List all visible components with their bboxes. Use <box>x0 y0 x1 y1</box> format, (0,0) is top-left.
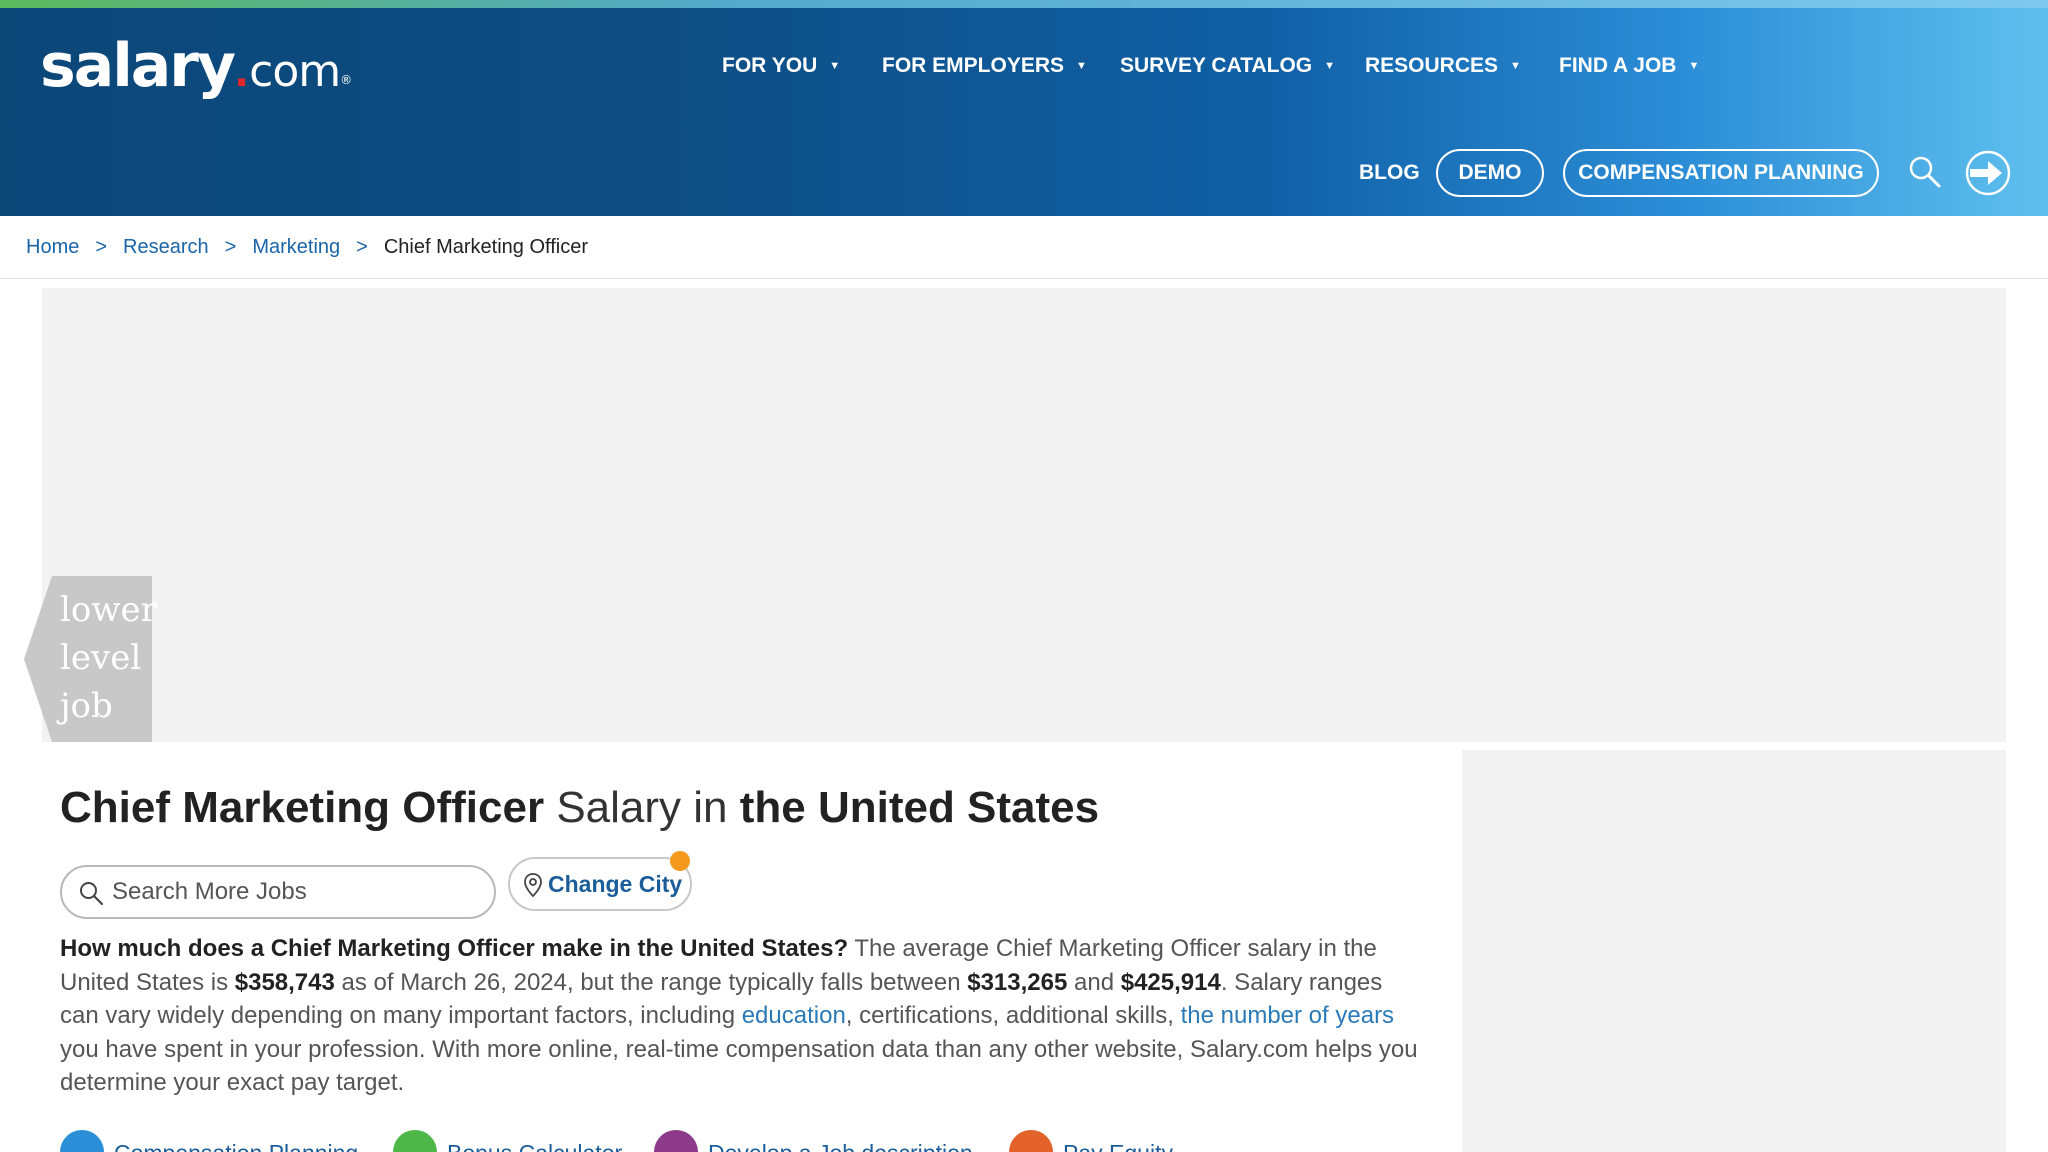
desc-average-salary: $358,743 <box>234 968 335 996</box>
notification-dot <box>670 851 690 871</box>
pay-equity-icon <box>1009 1130 1053 1152</box>
breadcrumb-separator: > <box>356 236 368 258</box>
quicklink-label: Develop a Job description <box>708 1138 973 1152</box>
quicklink-label: Compensation Planning <box>114 1138 358 1152</box>
desc-high-salary: $425,914 <box>1120 968 1221 996</box>
search-more-jobs-input[interactable] <box>112 873 482 911</box>
login-arrow-icon[interactable] <box>1964 149 2012 197</box>
left-arrow-shape <box>24 576 52 742</box>
top-color-stripe <box>0 0 2048 8</box>
calculator-icon <box>393 1130 437 1152</box>
breadcrumb-separator: > <box>224 236 237 258</box>
breadcrumb-divider <box>0 278 2048 279</box>
breadcrumb-research[interactable]: Research <box>123 236 209 258</box>
search-icon <box>78 880 104 906</box>
sidebar-ad-placeholder <box>1462 750 2006 1152</box>
breadcrumb-separator: > <box>95 236 108 258</box>
breadcrumb-home[interactable]: Home <box>26 236 79 258</box>
banner-placeholder <box>42 288 2006 742</box>
nav-find-a-job-label: FIND A JOB <box>1559 54 1677 77</box>
desc-low-salary: $313,265 <box>967 968 1068 996</box>
caret-down-icon: ▼ <box>829 60 841 72</box>
quicklink-label: Pay Equity <box>1063 1138 1173 1152</box>
nav-for-employers-label: FOR EMPLOYERS <box>882 54 1065 77</box>
desc-question: How much does a Chief Marketing Officer … <box>60 935 849 962</box>
lower-level-job-tab[interactable]: lower level job <box>24 576 157 742</box>
site-header: salary.com® FOR YOU ▼ FOR EMPLOYERS ▼ SURV… <box>0 8 2048 216</box>
caret-down-icon: ▼ <box>1076 60 1087 72</box>
caret-down-icon: ▼ <box>1688 60 1700 72</box>
nav-resources[interactable]: RESOURCES ▼ <box>1365 46 1521 89</box>
secondary-nav: BLOG DEMO COMPENSATION PLANNING <box>0 149 2048 197</box>
page-title: Chief Marketing Officer Salary in the Un… <box>60 778 1099 838</box>
number-of-years-link[interactable]: the number of years <box>1181 1002 1394 1029</box>
search-more-jobs <box>60 865 496 919</box>
search-icon[interactable] <box>1908 155 1942 189</box>
caret-down-icon: ▼ <box>1510 60 1521 72</box>
compensation-planning-button[interactable]: COMPENSATION PLANNING <box>1563 149 1879 197</box>
nav-survey-catalog[interactable]: SURVEY CATALOG ▼ <box>1120 46 1335 89</box>
salary-description: How much does a Chief Marketing Officer … <box>60 932 1420 1100</box>
change-city-button[interactable]: Change City <box>508 851 692 911</box>
lower-level-job-label: lower level job <box>60 590 157 726</box>
education-link[interactable]: education <box>742 1002 846 1029</box>
blog-link[interactable]: BLOG <box>1359 149 1420 197</box>
nav-find-a-job[interactable]: FIND A JOB ▼ <box>1559 46 1699 89</box>
document-icon <box>60 1130 104 1152</box>
breadcrumb: Home > Research > Marketing > Chief Marketing … <box>26 232 588 262</box>
job-description-icon <box>654 1130 698 1152</box>
breadcrumb-marketing[interactable]: Marketing <box>252 236 340 258</box>
nav-resources-label: RESOURCES <box>1365 54 1499 77</box>
nav-for-you-label: FOR YOU <box>722 54 818 77</box>
title-location: the United States <box>739 783 1100 832</box>
demo-button[interactable]: DEMO <box>1436 149 1544 197</box>
desc-text-5: , certifications, additional skills, <box>845 1002 1181 1029</box>
title-job: Chief Marketing Officer <box>60 783 545 832</box>
title-mid: Salary in <box>544 783 740 832</box>
nav-for-employers[interactable]: FOR EMPLOYERS ▼ <box>882 46 1087 89</box>
change-city-label: Change City <box>548 871 683 897</box>
location-pin-icon <box>522 872 544 898</box>
breadcrumb-current: Chief Marketing Officer <box>383 236 588 258</box>
nav-for-you[interactable]: FOR YOU ▼ <box>722 46 840 89</box>
desc-text-3: and <box>1067 968 1121 996</box>
caret-down-icon: ▼ <box>1324 60 1336 72</box>
nav-survey-catalog-label: SURVEY CATALOG <box>1120 54 1313 77</box>
desc-text-6: you have spent in your profession. With … <box>60 1035 1418 1097</box>
quicklink-label: Bonus Calculator <box>447 1138 622 1152</box>
desc-text-2: as of March 26, 2024, but the range typi… <box>334 968 968 996</box>
main-nav: FOR YOU ▼ FOR EMPLOYERS ▼ SURVEY CATALOG ▼ … <box>0 46 2048 86</box>
